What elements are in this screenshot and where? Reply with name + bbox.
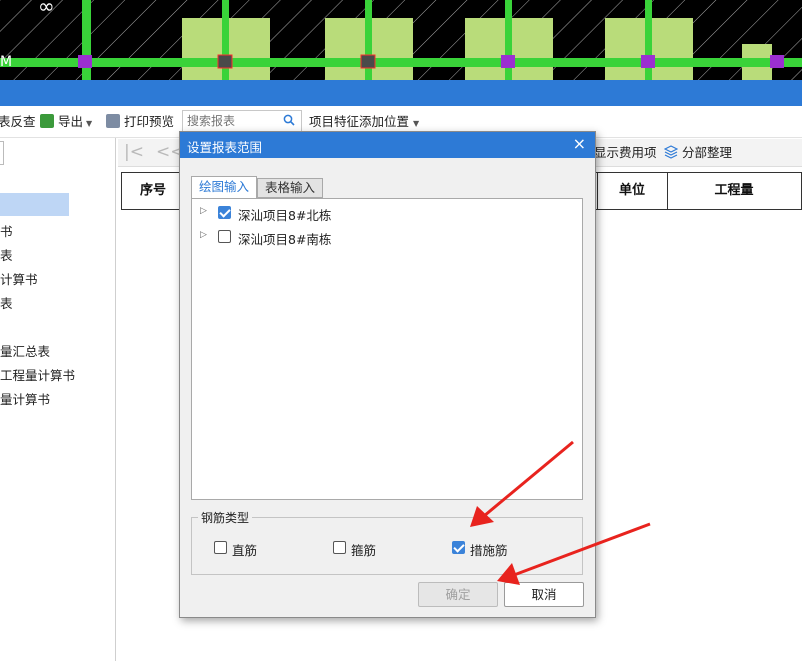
tree-item[interactable]: ▷ 深汕项目8#北栋 [192,203,582,223]
print-preview-icon [106,114,120,128]
first-page-button[interactable]: |< [124,142,144,162]
panel-tab[interactable] [0,141,4,165]
reverse-check-button[interactable]: 表反查 [0,113,36,131]
export-icon [40,114,54,128]
report-item[interactable]: 量汇总表 [0,341,50,360]
column-header-unit: 单位 [618,183,645,198]
checkbox[interactable] [333,541,346,554]
dialog-title-bar[interactable]: 设置报表范围 × [180,132,595,158]
export-button[interactable]: 导出 ▼ [40,113,92,131]
building-tree: ▷ 深汕项目8#北栋 ▷ 深汕项目8#南栋 [191,198,583,500]
show-fee-items-button[interactable]: 显示费用项 [594,144,657,162]
report-right-tools: 显示费用项 分部整理 [592,139,802,167]
ribbon-bar [0,80,802,106]
cad-canvas [0,0,802,80]
organize-sections-button[interactable]: 分部整理 [663,144,732,162]
cad-symbol-label: M [0,54,13,70]
close-icon[interactable]: × [573,134,586,153]
layers-icon [663,145,679,159]
tree-checkbox[interactable] [218,206,231,219]
report-item[interactable]: 表 [0,245,13,264]
report-item[interactable]: 量计算书 [0,389,50,408]
report-item[interactable]: 书 [0,221,13,240]
rebar-type-group: 钢筋类型 直筋 箍筋 措施筋 [191,509,583,575]
tab-table-input[interactable]: 表格输入 [257,178,324,198]
search-icon[interactable] [283,114,295,126]
report-scope-dialog: 设置报表范围 × 绘图输入 表格输入 ▷ 深汕项目8#北栋 ▷ 深汕项目8#南栋… [179,131,596,618]
dialog-title: 设置报表范围 [187,140,263,155]
ok-button[interactable]: 确定 [418,582,498,607]
cad-drawing-area[interactable]: ∞ M [0,0,802,80]
chevron-down-icon: ▼ [413,119,420,128]
column-header-index: 序号 [139,183,166,198]
cad-symbol-label: ∞ [38,0,55,18]
checkbox[interactable] [452,541,465,554]
print-preview-button[interactable]: 打印预览 [106,113,174,131]
selected-report-item[interactable] [0,193,69,216]
checkbox[interactable] [214,541,227,554]
report-item[interactable]: 工程量计算书 [0,365,75,384]
report-search-box[interactable] [182,110,302,132]
tree-item-label: 深汕项目8#北栋 [238,208,332,223]
chevron-down-icon: ▼ [86,119,93,128]
report-item[interactable]: 计算书 [0,269,38,288]
feature-position-dropdown[interactable]: 项目特征添加位置 ▼ [309,113,419,131]
expand-arrow-icon[interactable]: ▷ [200,230,207,240]
search-input[interactable] [183,111,279,131]
tab-drawing-input[interactable]: 绘图输入 [191,176,258,199]
tree-checkbox[interactable] [218,230,231,243]
group-label: 钢筋类型 [198,509,253,526]
report-list-panel: 书 表 计算书 表 量汇总表 工程量计算书 量计算书 [0,138,116,661]
tree-item[interactable]: ▷ 深汕项目8#南栋 [192,227,582,247]
cancel-button[interactable]: 取消 [504,582,584,607]
report-item[interactable]: 表 [0,293,13,312]
page-navigation: |< << [118,139,185,167]
tree-item-label: 深汕项目8#南栋 [238,232,332,247]
expand-arrow-icon[interactable]: ▷ [200,206,207,216]
column-header-quantity: 工程量 [714,183,754,198]
